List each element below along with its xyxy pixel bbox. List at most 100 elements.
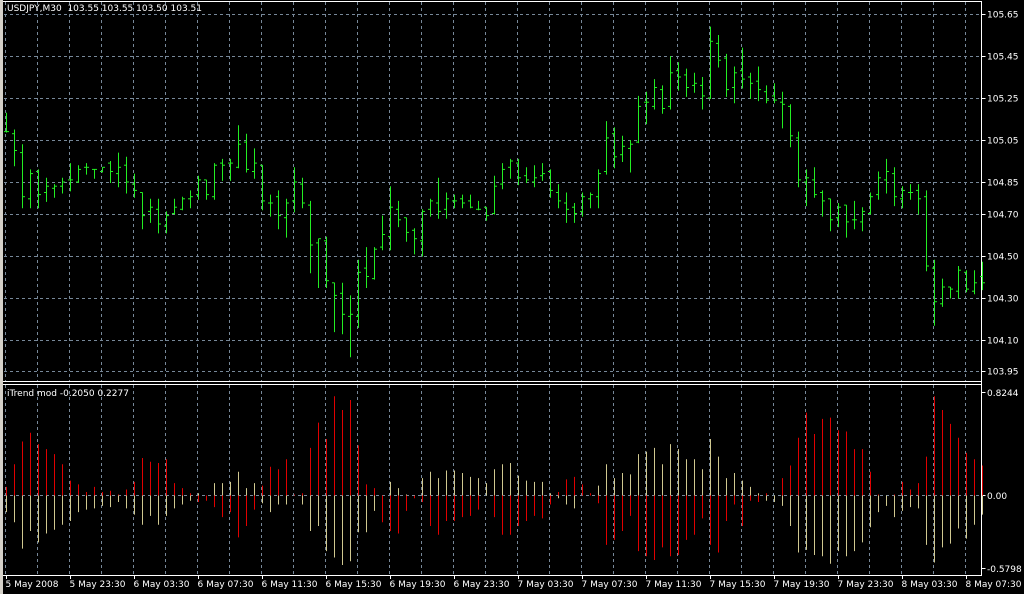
time-tick-label: 6 May 15:30	[326, 580, 382, 590]
ohlc-bar	[580, 192, 585, 217]
ohlc-bar	[236, 125, 241, 169]
ohlc-bar	[732, 66, 737, 104]
time-tick-label: 5 May 23:30	[70, 580, 126, 590]
ohlc-bar	[180, 196, 185, 211]
indicator-name: iTrend mod	[7, 389, 57, 399]
ohlc-bar	[36, 169, 41, 209]
ohlc-bar	[388, 186, 393, 251]
ohlc-bar	[212, 163, 217, 200]
ohlc-bar	[612, 127, 617, 169]
ohlc-bar	[92, 168, 97, 179]
ohlc-bar	[564, 192, 569, 223]
ohlc-bar	[772, 83, 777, 104]
ohlc-bar	[244, 133, 249, 173]
ohlc-bar	[428, 198, 433, 217]
indicator-values: -0.2050 0.2277	[59, 389, 129, 399]
ohlc-bar	[364, 247, 369, 288]
price-tick-label: 104.85	[987, 179, 1019, 189]
ohlc-bar	[796, 131, 801, 188]
ohlc-bar	[740, 47, 745, 89]
ohlc-bar	[604, 121, 609, 175]
ohlc-bar	[292, 167, 297, 213]
ohlc-bar	[476, 200, 481, 211]
ohlc-bar	[228, 158, 233, 181]
ohlc-bar	[932, 259, 937, 326]
ohlc-bar	[124, 156, 129, 194]
ohlc-bar	[508, 158, 513, 179]
ohlc-bar	[620, 135, 625, 162]
chart-title: USDJPY,M30 103.55 103.55 103.50 103.51	[7, 4, 202, 14]
ohlc-bar	[268, 194, 273, 217]
ohlc-bar	[908, 184, 913, 200]
time-tick-label: 7 May 11:30	[646, 580, 702, 590]
ohlc-bar	[676, 62, 681, 91]
ohlc-bar	[276, 190, 281, 230]
time-tick-label: 7 May 15:30	[710, 580, 766, 590]
ohlc-bar	[900, 186, 905, 209]
ohlc-bar	[20, 144, 25, 209]
ohlc-bar	[436, 177, 441, 219]
ohlc-bar	[836, 203, 841, 228]
price-tick-label: 104.10	[987, 337, 1019, 347]
ohlc-bar	[980, 261, 985, 291]
ohlc-bar	[628, 140, 633, 173]
price-tick-label: 104.50	[987, 253, 1019, 263]
ohlc-bar	[668, 56, 673, 110]
ohlc-bar	[700, 77, 705, 110]
ohlc-bar	[412, 228, 417, 255]
price-chart[interactable]: 105.65 105.45 105.25 105.05 104.85 104.70 104.…	[0, 0, 1024, 594]
ohlc-bar	[652, 79, 657, 110]
ohlc-bar	[588, 192, 593, 209]
ohlc-bar	[380, 215, 385, 251]
ohlc-bar	[44, 177, 49, 202]
indicator-tick-label: 0.00	[987, 492, 1007, 502]
ohlc-bar	[468, 194, 473, 209]
ohlc-bar	[964, 270, 969, 293]
ohlc-bar	[540, 163, 545, 181]
ohlc-bar	[4, 112, 9, 133]
time-tick-label: 6 May 03:30	[134, 580, 190, 590]
ohlc-bar	[828, 198, 833, 232]
ohlc-bar	[940, 278, 945, 307]
ohlc-bar	[76, 165, 81, 183]
ohlc-bar	[892, 167, 897, 207]
time-tick-label: 8 May 03:30	[902, 580, 958, 590]
ohlc-bar	[756, 66, 761, 102]
ohlc-bar	[84, 163, 89, 175]
ohlc-bar	[764, 85, 769, 104]
ohlc-bar	[532, 165, 537, 188]
ohlc-bar	[60, 177, 65, 194]
ohlc-bar	[748, 72, 753, 99]
price-tick-label: 105.65	[987, 11, 1019, 21]
time-tick-label: 6 May 07:30	[198, 580, 254, 590]
ohlc-bar	[420, 209, 425, 257]
ohlc-bar	[108, 161, 113, 183]
ohlc-bar	[68, 163, 73, 192]
ohlc-bar	[316, 238, 321, 288]
ohlc-bar	[28, 169, 33, 209]
time-tick-label: 7 May 19:30	[774, 580, 830, 590]
ohlc-bar	[460, 194, 465, 209]
ohlc-bar	[644, 91, 649, 125]
ohlc-bar	[844, 204, 849, 238]
ohlc-bar	[148, 198, 153, 223]
ohlc-bar	[12, 129, 17, 167]
ohlc-bar	[252, 148, 257, 179]
time-tick-label: 7 May 07:30	[582, 580, 638, 590]
ohlc-bar	[196, 175, 201, 200]
ohlc-bar	[852, 200, 857, 230]
indicator-tick-label: -0.5798	[987, 565, 1022, 575]
ohlc-bar	[692, 72, 697, 93]
ohlc-bar	[516, 158, 521, 186]
ohlc-bar	[876, 171, 881, 200]
indicator-title: iTrend mod -0.2050 0.2277	[7, 389, 129, 399]
ohlc-bar	[340, 282, 345, 335]
ohlc-bar	[308, 200, 313, 274]
ohlc-bar	[220, 158, 225, 181]
ohlc-bar	[684, 68, 689, 97]
ohlc-bar	[572, 203, 577, 223]
ohlc-bar	[556, 184, 561, 209]
ohlc-bar	[708, 26, 713, 99]
price-tick-label: 104.70	[987, 211, 1019, 221]
ohlc-bar	[804, 169, 809, 207]
